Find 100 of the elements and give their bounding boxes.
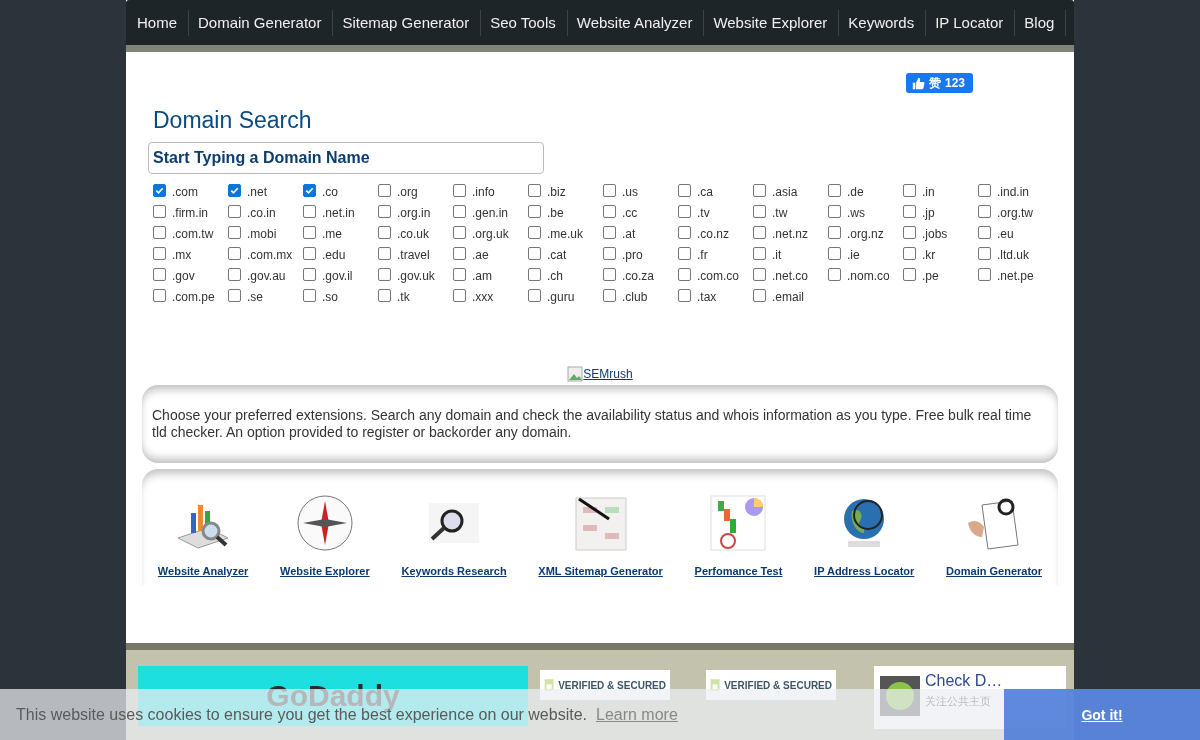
extension-label: .nom.co	[847, 269, 890, 283]
checkbox[interactable]	[528, 183, 541, 197]
tool-link[interactable]: Perfomance Test	[694, 565, 783, 577]
checkbox[interactable]	[453, 183, 466, 197]
checkbox[interactable]	[378, 204, 391, 218]
tool-link[interactable]: Domain Generator	[946, 565, 1043, 577]
checkbox[interactable]	[378, 267, 391, 281]
checkbox[interactable]	[228, 225, 241, 239]
domain-search-field[interactable]: Start Typing a Domain Name	[148, 142, 544, 174]
nav-link[interactable]: Home	[128, 9, 189, 36]
extension-label: .co.in	[247, 206, 276, 220]
ad-link[interactable]: SEMrush	[567, 363, 633, 385]
checkbox[interactable]	[753, 183, 766, 197]
checkbox[interactable]	[903, 246, 916, 260]
checkbox[interactable]	[303, 267, 316, 281]
checkbox[interactable]	[753, 225, 766, 239]
nav-link[interactable]: IP Locator	[926, 9, 1016, 36]
checkbox[interactable]	[828, 183, 841, 197]
checkbox[interactable]	[678, 183, 691, 197]
checkbox[interactable]	[678, 246, 691, 260]
checkbox[interactable]	[828, 225, 841, 239]
page-title: Domain Search	[153, 107, 313, 134]
extension-label: .ind.in	[997, 185, 1030, 199]
tool-link[interactable]: Keywords Research	[401, 565, 507, 577]
checkbox[interactable]	[378, 225, 391, 239]
nav-link[interactable]: Keywords	[839, 9, 927, 36]
checkbox[interactable]	[228, 246, 241, 260]
nav-link[interactable]: Blog	[1015, 9, 1067, 36]
checkbox[interactable]	[828, 246, 841, 260]
tool-link[interactable]: Website Explorer	[280, 565, 370, 577]
checkbox[interactable]	[153, 204, 166, 218]
checkbox[interactable]	[678, 267, 691, 281]
checkbox[interactable]	[978, 246, 991, 260]
checkbox[interactable]	[753, 267, 766, 281]
checkbox[interactable]	[678, 204, 691, 218]
tool-link[interactable]: Website Analyzer	[157, 565, 249, 577]
checkbox[interactable]	[828, 267, 841, 281]
checkbox[interactable]	[678, 288, 691, 302]
checkbox[interactable]	[378, 183, 391, 197]
extension-label: .it	[772, 248, 782, 262]
tool-link[interactable]: IP Address Locator	[814, 565, 915, 577]
nav-link[interactable]: Website Explorer	[704, 9, 840, 36]
checkbox[interactable]	[603, 267, 616, 281]
checkbox[interactable]	[303, 246, 316, 260]
extension-label: .travel	[397, 248, 430, 262]
extension-label: .org.uk	[472, 227, 509, 241]
checkbox[interactable]	[528, 225, 541, 239]
checkbox[interactable]	[528, 288, 541, 302]
tool-link[interactable]: XML Sitemap Generator	[538, 565, 663, 577]
checkbox[interactable]	[453, 267, 466, 281]
checkbox[interactable]	[153, 267, 166, 281]
checkbox[interactable]	[978, 267, 991, 281]
checkbox[interactable]	[228, 183, 241, 197]
checkbox[interactable]	[528, 246, 541, 260]
checkbox[interactable]	[453, 204, 466, 218]
nav-link[interactable]: Seo Tools	[481, 9, 568, 36]
checkbox[interactable]	[603, 288, 616, 302]
checkbox[interactable]	[453, 225, 466, 239]
checkbox[interactable]	[978, 204, 991, 218]
checkbox[interactable]	[303, 183, 316, 197]
checkbox[interactable]	[903, 225, 916, 239]
checkbox[interactable]	[303, 204, 316, 218]
page-name[interactable]: Check D…	[925, 672, 1003, 690]
checkbox[interactable]	[378, 246, 391, 260]
extension-label: .biz	[547, 185, 566, 199]
checkbox[interactable]	[153, 246, 166, 260]
checkbox[interactable]	[153, 288, 166, 302]
extension-label: .firm.in	[172, 206, 208, 220]
checkbox[interactable]	[303, 288, 316, 302]
checkbox[interactable]	[753, 288, 766, 302]
checkbox[interactable]	[228, 288, 241, 302]
checkbox[interactable]	[303, 225, 316, 239]
checkbox[interactable]	[228, 204, 241, 218]
checkbox[interactable]	[978, 225, 991, 239]
checkbox[interactable]	[903, 204, 916, 218]
checkbox[interactable]	[828, 204, 841, 218]
checkbox[interactable]	[603, 225, 616, 239]
checkbox[interactable]	[678, 225, 691, 239]
checkbox[interactable]	[378, 288, 391, 302]
checkbox[interactable]	[528, 204, 541, 218]
checkbox[interactable]	[903, 267, 916, 281]
checkbox[interactable]	[153, 225, 166, 239]
nav-link[interactable]: Website Analyzer	[567, 9, 705, 36]
checkbox[interactable]	[603, 183, 616, 197]
checkbox[interactable]	[603, 204, 616, 218]
checkbox[interactable]	[753, 246, 766, 260]
extension-label: .at	[622, 227, 636, 241]
checkbox[interactable]	[153, 183, 166, 197]
nav-link[interactable]: Sitemap Generator	[333, 9, 482, 36]
checkbox[interactable]	[453, 288, 466, 302]
got-it-button[interactable]: Got it!	[1004, 689, 1200, 740]
nav-link[interactable]: Domain Generator	[189, 9, 334, 36]
checkbox[interactable]	[528, 267, 541, 281]
checkbox[interactable]	[603, 246, 616, 260]
checkbox[interactable]	[978, 183, 991, 197]
like-button[interactable]: 赞 123	[905, 73, 973, 93]
checkbox[interactable]	[753, 204, 766, 218]
checkbox[interactable]	[228, 267, 241, 281]
checkbox[interactable]	[453, 246, 466, 260]
checkbox[interactable]	[903, 183, 916, 197]
